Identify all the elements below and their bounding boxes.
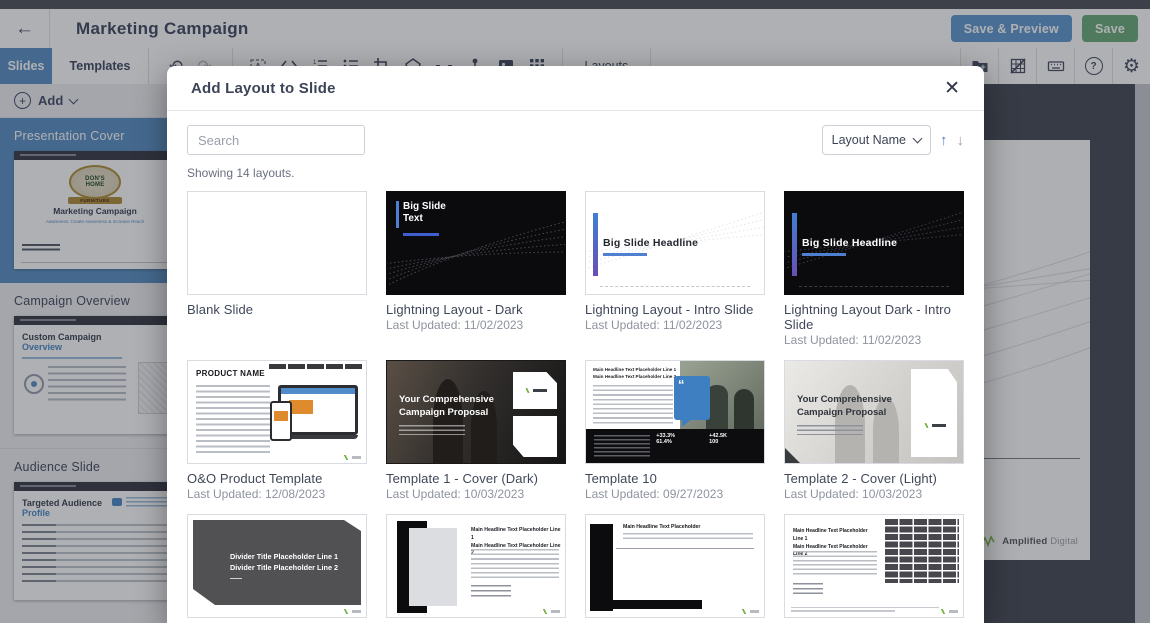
layout-thumbnail: Big Slide Headline [585, 191, 765, 295]
layout-thumbnail: Main Headline Text Placeholder Line 1Mai… [585, 360, 765, 464]
quote-bubble [674, 376, 710, 420]
layout-thumbnail: Main Headline Text Placeholder Line 1Mai… [386, 514, 566, 618]
layout-thumbnail: Big Slide Headline [784, 191, 964, 295]
sort-select-value: Layout Name [832, 133, 906, 147]
layout-thumbnail: Main Headline Text Placeholder Line 1Mai… [784, 514, 964, 618]
layout-grid: Blank Slide Big SlideText [187, 191, 964, 623]
modal-title: Add Layout to Slide [191, 80, 336, 97]
results-count: Showing 14 layouts. [187, 166, 964, 180]
layout-card-template1-cover-dark[interactable]: Your ComprehensiveCampaign Proposal Temp… [386, 360, 566, 501]
close-icon[interactable]: ✕ [944, 79, 960, 98]
modal-header: Add Layout to Slide ✕ [167, 66, 984, 111]
table-graphic [885, 519, 959, 583]
app-window: ← Marketing Campaign Save & Preview Save… [0, 0, 1150, 623]
layout-card-template5[interactable]: Main Headline Text Placeholder Template … [585, 514, 765, 623]
sort-descending-icon[interactable]: ↓ [957, 133, 965, 148]
layout-card-lightning-intro[interactable]: Big Slide Headline Lightning Layout - In… [585, 191, 765, 347]
amplified-logo-mark [541, 609, 560, 614]
sort-select[interactable]: Layout Name [822, 125, 931, 155]
layout-card-oo-product[interactable]: PRODUCT NAME O&O Product Template Last U… [187, 360, 367, 501]
chevron-down-icon [913, 134, 923, 144]
layout-card-template10[interactable]: Main Headline Text Placeholder Line 1Mai… [585, 360, 765, 501]
amplified-logo-mark [740, 609, 759, 614]
layout-card-template2-cover-light[interactable]: Your ComprehensiveCampaign Proposal Temp… [784, 360, 964, 501]
layout-thumbnail: PRODUCT NAME [187, 360, 367, 464]
layout-thumbnail: Big SlideText [386, 191, 566, 295]
stats-bar: +33.3%61.4% +42.5K100 [586, 429, 764, 463]
layout-card-template4[interactable]: Main Headline Text Placeholder Line 1Mai… [386, 514, 566, 623]
layout-thumbnail: Your ComprehensiveCampaign Proposal [386, 360, 566, 464]
sort-ascending-icon[interactable]: ↑ [940, 133, 948, 148]
layout-thumbnail [187, 191, 367, 295]
layout-thumbnail: Divider Title Placeholder Line 1Divider … [187, 514, 367, 618]
amplified-logo-mark [342, 455, 361, 460]
layout-thumbnail: Main Headline Text Placeholder [585, 514, 765, 618]
layout-card-template3-divider[interactable]: Divider Title Placeholder Line 1Divider … [187, 514, 367, 623]
layout-card-lightning-dark-intro[interactable]: Big Slide Headline Lightning Layout Dark… [784, 191, 964, 347]
phone-graphic [270, 401, 292, 441]
search-input[interactable] [187, 125, 365, 155]
amplified-logo-mark [342, 609, 361, 614]
layout-card-template6[interactable]: Main Headline Text Placeholder Line 1Mai… [784, 514, 964, 623]
amplified-logo-mark [939, 609, 958, 614]
layout-card-lightning-dark[interactable]: Big SlideText Lightning Layout - Dark La… [386, 191, 566, 347]
add-layout-modal: Add Layout to Slide ✕ Layout Name ↑ ↓ Sh… [167, 66, 984, 623]
layout-thumbnail: Your ComprehensiveCampaign Proposal [784, 360, 964, 464]
layout-card-blank-slide[interactable]: Blank Slide [187, 191, 367, 347]
